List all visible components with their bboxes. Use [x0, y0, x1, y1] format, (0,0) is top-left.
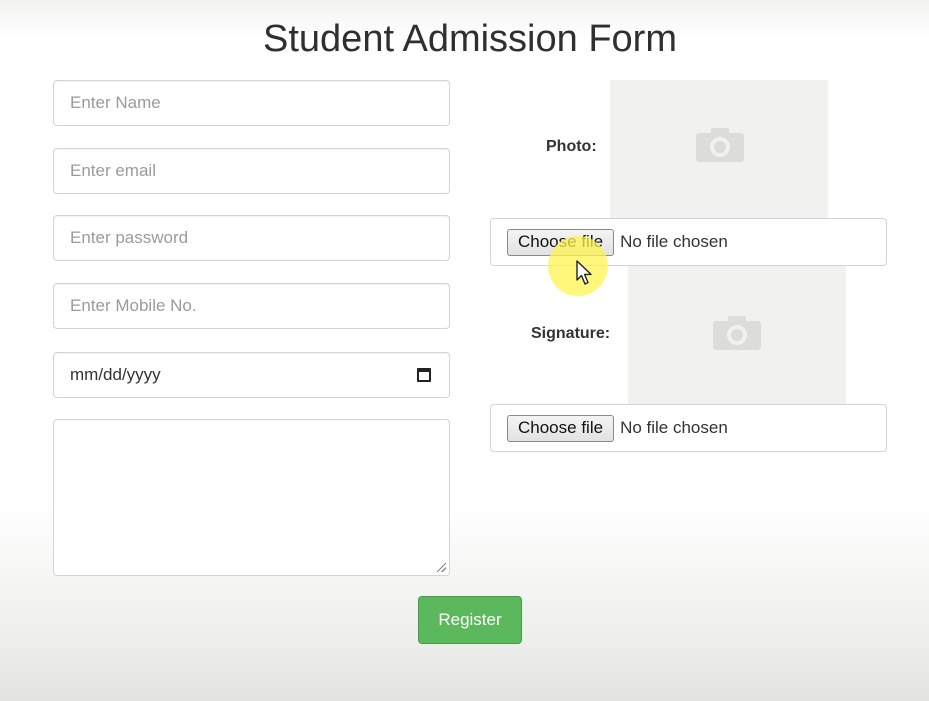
date-of-birth-field[interactable]: mm/dd/yyyy — [53, 352, 450, 398]
signature-file-status: No file chosen — [620, 418, 728, 437]
photo-label: Photo: — [546, 138, 597, 155]
name-field[interactable] — [53, 80, 450, 126]
mobile-field[interactable] — [53, 283, 450, 329]
password-input[interactable] — [54, 216, 449, 260]
password-field[interactable] — [53, 215, 450, 261]
email-input[interactable] — [54, 149, 449, 193]
signature-choose-file-button[interactable]: Choose file — [507, 414, 615, 442]
email-field[interactable] — [53, 148, 450, 194]
photo-file-status: No file chosen — [620, 232, 728, 251]
admission-form-page: Student Admission Form mm/dd/yyyy Photo:… — [0, 0, 929, 701]
page-title: Student Admission Form — [263, 18, 677, 60]
mouse-cursor-icon — [576, 260, 592, 285]
register-button[interactable]: Register — [418, 596, 522, 644]
signature-preview — [628, 266, 846, 404]
camera-icon — [696, 128, 744, 162]
address-textarea[interactable] — [53, 419, 450, 576]
mobile-input[interactable] — [54, 284, 449, 328]
resize-grip-icon[interactable] — [437, 563, 446, 572]
date-value: mm/dd/yyyy — [70, 365, 161, 384]
name-input[interactable] — [54, 81, 449, 125]
signature-label: Signature: — [531, 325, 611, 342]
signature-file-input[interactable]: Choose file No file chosen — [490, 404, 887, 452]
photo-preview — [610, 80, 828, 218]
camera-icon — [713, 316, 761, 350]
calendar-icon[interactable] — [417, 368, 431, 382]
